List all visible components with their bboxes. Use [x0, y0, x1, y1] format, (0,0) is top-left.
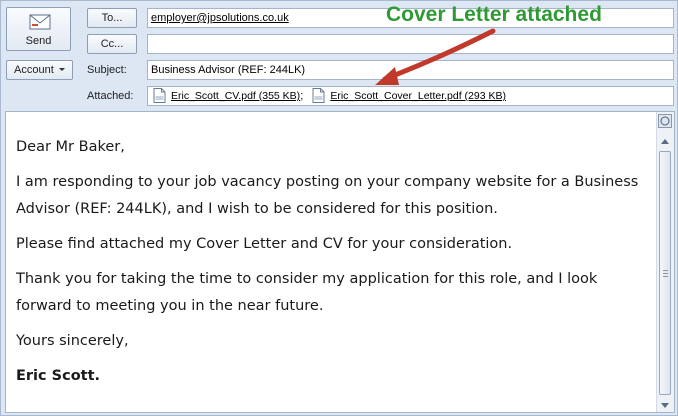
paragraph-2: Please find attached my Cover Letter and… [16, 236, 513, 252]
envelope-icon [29, 14, 51, 30]
account-button[interactable]: Account [6, 60, 73, 80]
scroll-down-icon[interactable] [661, 403, 669, 408]
send-label: Send [25, 35, 52, 47]
annotation-arrow-icon [375, 28, 496, 85]
greeting: Dear Mr Baker, [16, 139, 125, 155]
pdf-icon [312, 88, 325, 103]
subject-label: Subject: [87, 64, 127, 76]
grip-line [663, 270, 668, 271]
chevron-down-icon [59, 68, 65, 71]
to-button[interactable]: To... [87, 8, 137, 28]
attached-label: Attached: [87, 90, 134, 102]
attachment-separator: ; [300, 90, 304, 102]
grip-line [663, 273, 668, 274]
cover-letter-annotation: Cover Letter attached [386, 3, 602, 26]
closing: Yours sincerely, [16, 333, 129, 349]
send-button[interactable]: Send [6, 7, 71, 51]
to-recipient[interactable]: employer@jpsolutions.co.uk [151, 12, 289, 24]
signature: Eric Scott. [16, 368, 101, 384]
scroll-thumb[interactable] [659, 151, 671, 395]
vertical-scrollbar[interactable] [656, 112, 674, 412]
message-body[interactable]: Dear Mr Baker, I am responding to your j… [5, 111, 675, 413]
paragraph-3: Thank you for taking the time to conside… [16, 271, 598, 314]
attachment-cover-letter-name: Eric_Scott_Cover_Letter.pdf (293 KB) [330, 90, 506, 102]
cc-button[interactable]: Cc... [87, 34, 137, 54]
scroll-up-icon[interactable] [661, 139, 669, 144]
message-text: Dear Mr Baker, I am responding to your j… [16, 134, 646, 398]
account-label: Account [14, 64, 54, 76]
attachment-cv-name: Eric_Scott_CV.pdf (355 KB) [171, 90, 301, 102]
pdf-icon [153, 88, 166, 103]
paragraph-1: I am responding to your job vacancy post… [16, 174, 639, 217]
attachment-cv[interactable]: Eric_Scott_CV.pdf (355 KB) [151, 87, 300, 105]
emoticon-icon[interactable] [658, 114, 672, 128]
grip-line [663, 276, 668, 277]
email-compose-window: Send Account To... Cc... employer@jpsolu… [0, 0, 678, 416]
